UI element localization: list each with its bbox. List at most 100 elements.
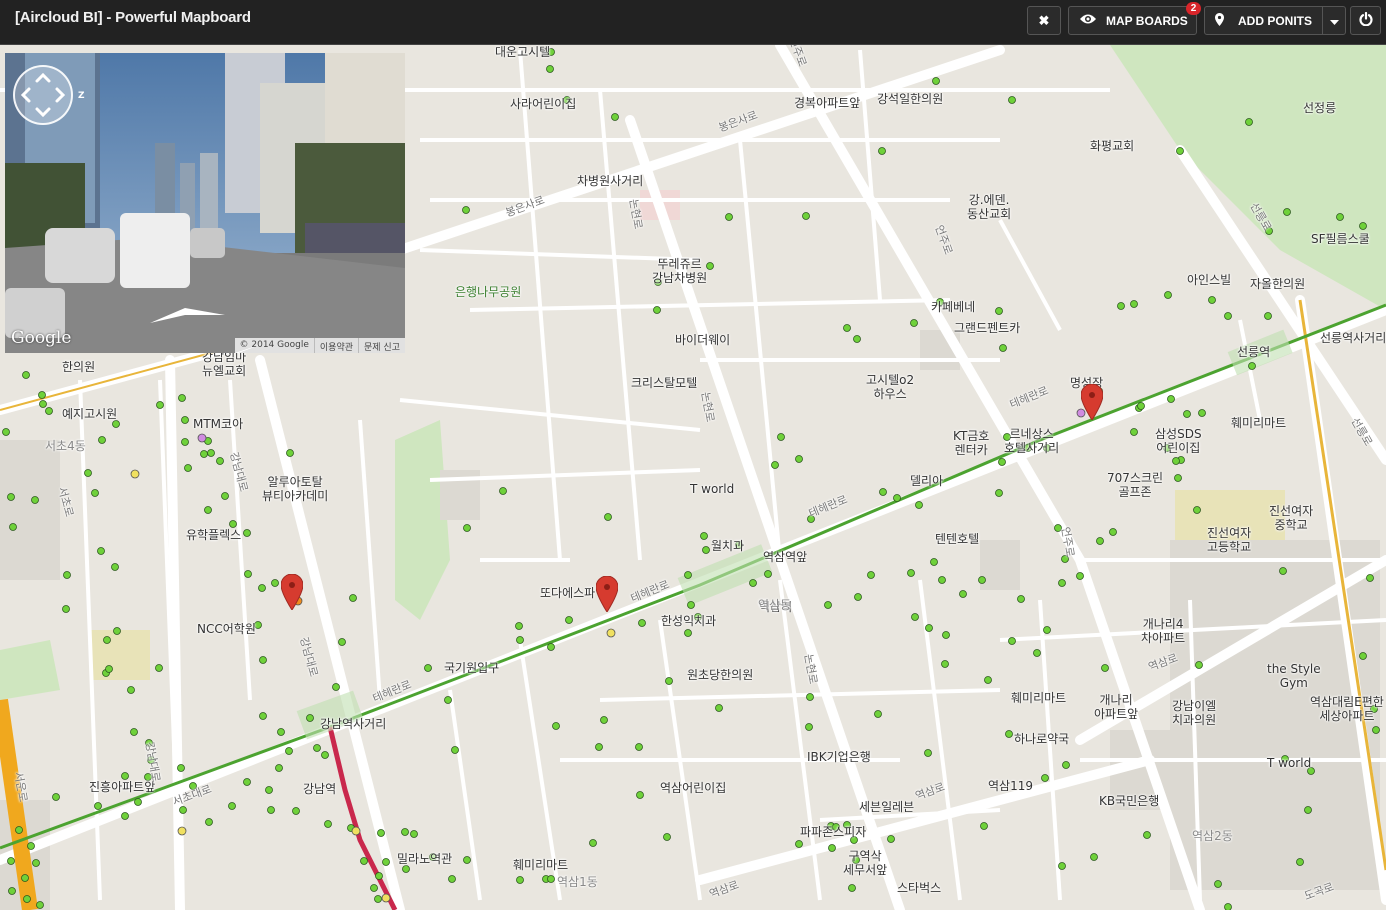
poi-marker[interactable] (1058, 579, 1066, 587)
poi-marker[interactable] (244, 570, 252, 578)
poi-marker[interactable] (795, 455, 803, 463)
poi-marker[interactable] (52, 793, 60, 801)
poi-marker[interactable] (7, 493, 15, 501)
poi-marker[interactable] (725, 213, 733, 221)
poi-marker[interactable] (925, 624, 933, 632)
terms-link[interactable]: 이용약관 (313, 338, 358, 353)
poi-marker[interactable] (978, 576, 986, 584)
poi-marker[interactable] (611, 113, 619, 121)
poi-marker[interactable] (313, 744, 321, 752)
poi-marker[interactable] (1109, 528, 1117, 536)
poi-marker[interactable] (32, 859, 40, 867)
poi-marker[interactable] (243, 778, 251, 786)
poi-marker[interactable] (38, 391, 46, 399)
poi-marker[interactable] (706, 262, 714, 270)
poi-marker[interactable] (547, 643, 555, 651)
poi-marker[interactable] (130, 728, 138, 736)
poi-marker[interactable] (1208, 296, 1216, 304)
add-points-dropdown-button[interactable] (1322, 6, 1346, 35)
poi-marker[interactable] (1198, 409, 1206, 417)
poi-marker[interactable] (156, 401, 164, 409)
poi-marker[interactable] (178, 394, 186, 402)
poi-marker[interactable] (924, 749, 932, 757)
poi-marker[interactable] (228, 802, 236, 810)
poi-marker[interactable] (663, 833, 671, 841)
poi-marker[interactable] (1117, 302, 1125, 310)
poi-marker[interactable] (942, 631, 950, 639)
poi-marker[interactable] (39, 400, 47, 408)
poi-marker[interactable] (874, 710, 882, 718)
poi-marker[interactable] (9, 523, 17, 531)
poi-marker[interactable] (700, 532, 708, 540)
poi-marker[interactable] (62, 605, 70, 613)
poi-marker[interactable] (113, 627, 121, 635)
poi-marker[interactable] (243, 529, 251, 537)
map-boards-button[interactable]: MAP BOARDS 2 (1068, 2, 1201, 35)
poi-marker[interactable] (1076, 572, 1084, 580)
poi-marker[interactable] (1176, 147, 1184, 155)
poi-marker[interactable] (15, 826, 23, 834)
poi-marker[interactable] (462, 206, 470, 214)
poi-marker[interactable] (377, 829, 385, 837)
compass-icon[interactable]: Z (78, 91, 85, 101)
poi-marker[interactable] (853, 335, 861, 343)
power-button[interactable] (1350, 6, 1381, 35)
poi-marker[interactable] (155, 664, 163, 672)
poi-marker[interactable] (112, 420, 120, 428)
poi-marker[interactable] (84, 469, 92, 477)
poi-marker[interactable] (2, 428, 10, 436)
add-points-button[interactable]: ADD PONITS (1204, 6, 1323, 35)
map-pin-icon[interactable] (596, 576, 618, 612)
poi-marker[interactable] (1130, 428, 1138, 436)
poi-marker[interactable] (259, 712, 267, 720)
poi-marker[interactable] (589, 839, 597, 847)
poi-marker[interactable] (181, 438, 189, 446)
poi-marker[interactable] (111, 563, 119, 571)
poi-marker[interactable] (401, 828, 409, 836)
poi-marker[interactable] (1193, 506, 1201, 514)
poi-marker[interactable] (715, 704, 723, 712)
poi-marker[interactable] (777, 433, 785, 441)
poi-marker[interactable] (130, 469, 140, 479)
map-pin-icon[interactable] (281, 574, 303, 610)
poi-marker[interactable] (63, 571, 71, 579)
poi-marker[interactable] (930, 558, 938, 566)
poi-marker[interactable] (1164, 291, 1172, 299)
poi-marker[interactable] (1283, 208, 1291, 216)
poi-marker[interactable] (321, 751, 329, 759)
poi-marker[interactable] (998, 458, 1006, 466)
poi-marker[interactable] (370, 884, 378, 892)
poi-marker[interactable] (1304, 806, 1312, 814)
poi-marker[interactable] (771, 461, 779, 469)
poi-marker[interactable] (552, 722, 560, 730)
poi-marker[interactable] (795, 840, 803, 848)
poi-marker[interactable] (547, 875, 555, 883)
poi-marker[interactable] (1279, 567, 1287, 575)
poi-marker[interactable] (867, 571, 875, 579)
poi-marker[interactable] (687, 601, 695, 609)
poi-marker[interactable] (1167, 395, 1175, 403)
poi-marker[interactable] (105, 665, 113, 673)
poi-marker[interactable] (499, 487, 507, 495)
poi-marker[interactable] (843, 324, 851, 332)
poi-marker[interactable] (878, 147, 886, 155)
poi-marker[interactable] (444, 696, 452, 704)
poi-marker[interactable] (980, 822, 988, 830)
poi-marker[interactable] (910, 319, 918, 327)
poi-marker[interactable] (463, 524, 471, 532)
report-link[interactable]: 문제 신고 (358, 338, 405, 353)
poi-marker[interactable] (275, 764, 283, 772)
poi-marker[interactable] (306, 714, 314, 722)
poi-marker[interactable] (1096, 537, 1104, 545)
poi-marker[interactable] (121, 812, 129, 820)
poi-marker[interactable] (828, 844, 836, 852)
poi-marker[interactable] (1174, 474, 1182, 482)
poi-marker[interactable] (258, 584, 266, 592)
poi-marker[interactable] (516, 636, 524, 644)
poi-marker[interactable] (1005, 730, 1013, 738)
poi-marker[interactable] (267, 806, 275, 814)
poi-marker[interactable] (121, 772, 129, 780)
poi-marker[interactable] (915, 501, 923, 509)
poi-marker[interactable] (516, 876, 524, 884)
poi-marker[interactable] (959, 590, 967, 598)
